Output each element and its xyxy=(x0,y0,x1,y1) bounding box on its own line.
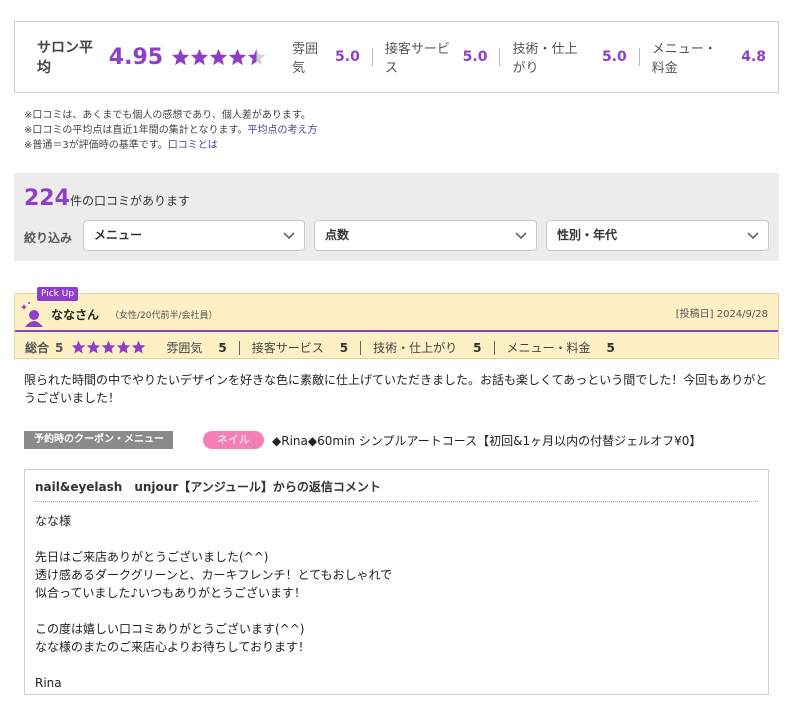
review-category: 技術・仕上がり 5 xyxy=(360,340,493,355)
review-category-scores: 雰囲気 5 接客サービス 5 技術・仕上がり 5 メニュー・料金 5 xyxy=(166,340,627,356)
category-value: 5.0 xyxy=(462,49,488,65)
reviewer-profile: （女性/20代前半/会社員） xyxy=(110,311,218,321)
note-text: ※口コミは、あくまでも個人の感想であり、個人差があります。 xyxy=(24,110,311,121)
menu-select-value: メニュー xyxy=(94,228,143,242)
review-category-label: メニュー・料金 xyxy=(506,341,591,355)
coupon-row: 予約時のクーポン・メニュー ネイル ◆Rina◆60min シンプルアートコース… xyxy=(24,431,701,449)
star-icon xyxy=(210,48,228,65)
reply-line: 先日はご来店ありがとうございました(^^) xyxy=(35,550,269,564)
category-service: 接客サービス 5.0 xyxy=(371,42,500,76)
narrow-down-label: 絞り込み xyxy=(24,231,73,245)
chevron-down-icon xyxy=(515,232,527,240)
menu-select[interactable]: メニュー xyxy=(83,220,305,251)
reply-line: なな様のまたのご来店心よりお待ちしております！ xyxy=(35,640,311,654)
note-text: ※普通＝3が評価時の基準です。 xyxy=(24,140,168,151)
about-reviews-link[interactable]: 口コミとは xyxy=(168,140,218,151)
reply-title: nail&eyelash unjour【アンジュール】からの返信コメント xyxy=(35,478,758,502)
coupon-name: ◆Rina◆60min シンプルアートコース【初回&1ヶ月以内の付替ジェルオフ¥… xyxy=(272,433,702,448)
star-icon xyxy=(229,48,247,65)
review-notes: ※口コミは、あくまでも個人の感想であり、個人差があります。 ※口コミの平均点は直… xyxy=(24,108,317,153)
review-count-suffix: 件の口コミがあります xyxy=(69,194,190,208)
star-icon xyxy=(72,340,86,354)
salon-average-label: サロン平均 xyxy=(37,40,93,76)
pickup-badge: Pick Up xyxy=(37,287,79,301)
review-category: 雰囲気 5 xyxy=(166,340,238,356)
reply-signature: Rina xyxy=(35,676,62,690)
review-ratings: 総合 5 雰囲気 5 接客サービス 5 技術・仕上がり 5 メニュー・料金 5 xyxy=(25,339,627,356)
coupon-category-tag: ネイル xyxy=(203,431,264,449)
reviewer-avatar-icon xyxy=(21,302,43,327)
star-icon xyxy=(102,340,116,354)
category-label: 雰囲気 xyxy=(292,42,319,76)
salon-average-stars xyxy=(171,48,266,67)
salon-reply: nail&eyelash unjour【アンジュール】からの返信コメント なな様… xyxy=(24,469,769,695)
star-icon xyxy=(132,340,146,354)
review-filter-panel: 224件の口コミがあります 絞り込み メニュー 点数 性別・年代 xyxy=(14,173,779,261)
star-icon xyxy=(117,340,131,354)
category-value: 5.0 xyxy=(335,49,360,65)
star-icon xyxy=(172,48,190,65)
category-label: メニュー・料金 xyxy=(651,42,717,76)
review-category: 接客サービス 5 xyxy=(238,340,360,355)
average-explanation-link[interactable]: 平均点の考え方 xyxy=(247,125,317,136)
category-value: 5.0 xyxy=(601,49,627,65)
star-icon xyxy=(248,48,266,65)
posted-date: [投稿日] 2024/9/28 xyxy=(675,309,768,320)
star-icon xyxy=(87,340,101,354)
gender-age-select-value: 性別・年代 xyxy=(557,228,618,242)
reviewer-name: ななさん xyxy=(51,308,100,322)
reply-line: なな様 xyxy=(35,514,72,528)
category-menu-price: メニュー・料金 4.8 xyxy=(638,42,778,76)
review-count: 224件の口コミがあります xyxy=(24,186,190,211)
review-category-label: 雰囲気 xyxy=(166,341,203,355)
chevron-down-icon xyxy=(283,232,295,240)
chevron-down-icon xyxy=(747,232,759,240)
category-scores: 雰囲気 5.0 接客サービス 5.0 技術・仕上がり 5.0 メニュー・料金 4… xyxy=(292,42,778,76)
note-line: ※普通＝3が評価時の基準です。口コミとは xyxy=(24,138,317,153)
note-line: ※口コミの平均点は直近1年間の集計となります。平均点の考え方 xyxy=(24,123,317,138)
category-label: 接客サービス xyxy=(384,42,450,76)
reply-line: この度は嬉しい口コミありがとうございます(^^) xyxy=(35,622,305,636)
review-category-label: 技術・仕上がり xyxy=(373,341,458,355)
salon-average-score: 4.95 xyxy=(108,44,164,70)
category-value: 4.8 xyxy=(741,49,767,65)
category-label: 技術・仕上がり xyxy=(512,42,578,76)
review-category-label: 接客サービス xyxy=(251,341,324,355)
divider xyxy=(15,330,778,332)
review-stars xyxy=(71,340,146,355)
review-count-number: 224 xyxy=(24,186,70,211)
review-category-value: 5 xyxy=(606,340,615,355)
review-category: メニュー・料金 5 xyxy=(493,340,627,355)
gender-age-select[interactable]: 性別・年代 xyxy=(546,220,769,251)
note-text: ※口コミの平均点は直近1年間の集計となります。 xyxy=(24,125,248,136)
star-icon xyxy=(191,48,209,65)
salon-average-summary: サロン平均 4.95 雰囲気 5.0 接客サービス 5.0 技術・仕上がり 5.… xyxy=(14,21,779,93)
review-text: 限られた時間の中でやりたいデザインを好きな色に素敵に仕上げていただきました。お話… xyxy=(24,373,768,405)
note-line: ※口コミは、あくまでも個人の感想であり、個人差があります。 xyxy=(24,108,317,123)
review-header: Pick Up ななさん （女性/20代前半/会社員） [投稿日] 2024/9… xyxy=(14,287,779,359)
score-select[interactable]: 点数 xyxy=(314,220,537,251)
total-value: 5 xyxy=(55,340,64,355)
reply-line: 似合っていました♪いつもありがとうございます！ xyxy=(35,586,307,600)
review-category-value: 5 xyxy=(218,340,227,355)
review-category-value: 5 xyxy=(339,340,349,355)
total-label: 総合 xyxy=(25,341,50,355)
category-technique: 技術・仕上がり 5.0 xyxy=(499,42,638,76)
coupon-label: 予約時のクーポン・メニュー xyxy=(24,431,173,449)
review-category-value: 5 xyxy=(473,340,482,355)
category-atmosphere: 雰囲気 5.0 xyxy=(292,42,372,76)
score-select-value: 点数 xyxy=(325,228,350,242)
reply-line: 透け感あるダークグリーンと、カーキフレンチ！とてもおしゃれで xyxy=(35,568,393,582)
